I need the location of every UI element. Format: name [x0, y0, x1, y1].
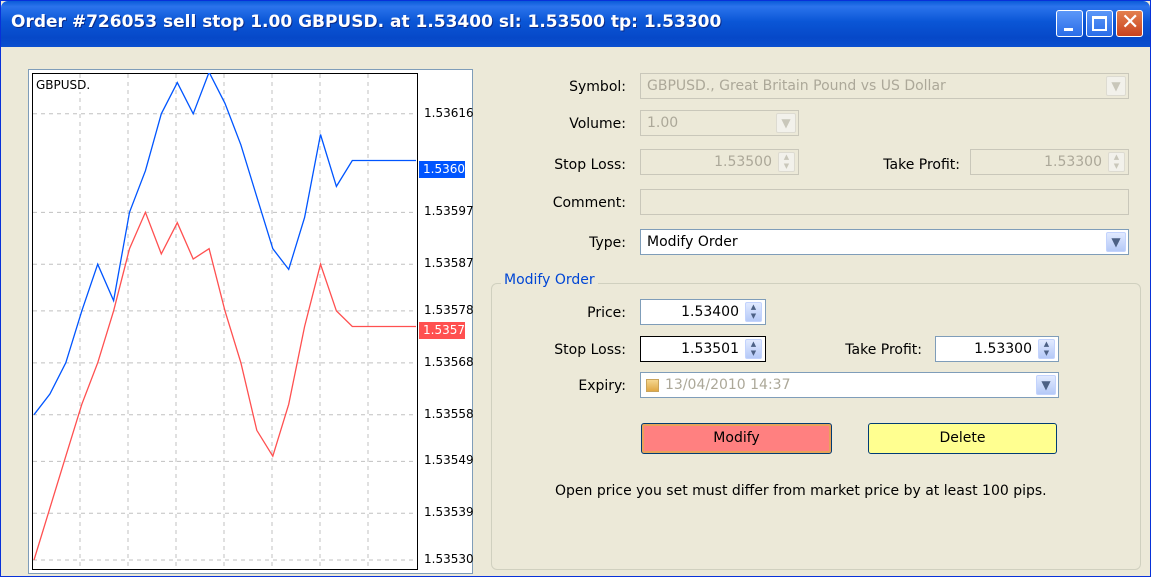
maximize-button[interactable] — [1086, 10, 1113, 37]
price-tick-label: 1.53539 — [424, 505, 474, 520]
spinner-icon[interactable]: ▲ ▼ — [745, 302, 762, 322]
chart-plot-area — [32, 73, 418, 570]
close-icon: ✕ — [1121, 10, 1140, 35]
modify-button[interactable]: Modify — [641, 423, 832, 454]
stoploss-value: 1.53500 — [714, 154, 772, 170]
stoploss-field[interactable]: 1.53500 ▲ ▼ — [640, 149, 799, 175]
modify-takeprofit-label: Take Profit: — [845, 342, 922, 358]
price-tick-label: 1.53578 — [424, 302, 474, 317]
volume-value: 1.00 — [647, 115, 679, 131]
price-chart — [32, 73, 418, 570]
price-tick-label: 1.53587 — [424, 256, 474, 271]
minimize-icon — [1064, 28, 1073, 31]
expiry-field[interactable]: 13/04/2010 14:37 ▼ — [640, 372, 1059, 398]
comment-label: Comment: — [552, 195, 626, 211]
maximize-icon — [1092, 16, 1107, 31]
symbol-select[interactable]: GBPUSD., Great Britain Pound vs US Dolla… — [640, 73, 1129, 99]
expiry-value: 13/04/2010 14:37 — [665, 377, 791, 393]
price-tick-label: 1.53616 — [424, 105, 474, 120]
type-value: Modify Order — [647, 234, 738, 250]
chevron-down-icon[interactable]: ▼ — [1036, 375, 1056, 395]
modify-stoploss-label: Stop Loss: — [554, 342, 626, 358]
minimize-button[interactable] — [1056, 10, 1083, 37]
bid-price-tag: 1.53575 — [419, 322, 473, 339]
symbol-value: GBPUSD., Great Britain Pound vs US Dolla… — [647, 78, 946, 94]
price-tick-label: 1.53597 — [424, 204, 474, 219]
modify-stoploss-field[interactable]: 1.53501 ▲ ▼ — [640, 336, 766, 362]
takeprofit-field[interactable]: 1.53300 ▲ ▼ — [970, 149, 1129, 175]
title-bar[interactable]: Order #726053 sell stop 1.00 GBPUSD. at … — [1, 1, 1150, 47]
price-field[interactable]: 1.53400 ▲ ▼ — [640, 299, 766, 325]
modify-order-group-title: Modify Order — [501, 272, 598, 288]
takeprofit-label: Take Profit: — [883, 157, 960, 173]
close-button[interactable]: ✕ — [1116, 10, 1143, 37]
chart-symbol-label: GBPUSD. — [36, 78, 91, 92]
symbol-label: Symbol: — [569, 79, 626, 95]
takeprofit-value: 1.53300 — [1044, 154, 1102, 170]
type-label: Type: — [589, 235, 626, 251]
window-title: Order #726053 sell stop 1.00 GBPUSD. at … — [11, 12, 722, 32]
comment-field[interactable] — [640, 189, 1129, 215]
volume-select[interactable]: 1.00 ▼ — [640, 110, 799, 136]
modify-takeprofit-value: 1.53300 — [974, 341, 1032, 357]
price-tick-label: 1.53568 — [424, 354, 474, 369]
ask-price-tag: 1.53607 — [419, 161, 473, 178]
modify-takeprofit-field[interactable]: 1.53300 ▲ ▼ — [935, 336, 1059, 362]
delete-button[interactable]: Delete — [868, 423, 1057, 454]
expiry-label: Expiry: — [578, 378, 626, 394]
price-tick-label: 1.53549 — [424, 453, 474, 468]
price-value: 1.53400 — [681, 304, 739, 320]
price-tick-label: 1.53558 — [424, 406, 474, 421]
volume-label: Volume: — [569, 116, 626, 132]
price-tick-label: 1.53530 — [424, 552, 474, 566]
chevron-down-icon[interactable]: ▼ — [1106, 232, 1126, 252]
spinner-icon[interactable]: ▲ ▼ — [1038, 339, 1055, 359]
price-label: Price: — [587, 305, 626, 321]
chevron-down-icon: ▼ — [1106, 76, 1126, 96]
spinner-icon[interactable]: ▲ ▼ — [778, 152, 795, 172]
info-note: Open price you set must differ from mark… — [555, 483, 1047, 499]
modify-stoploss-value: 1.53501 — [681, 341, 739, 357]
spinner-icon[interactable]: ▲ ▼ — [745, 339, 762, 359]
expiry-checkbox[interactable] — [646, 379, 659, 392]
type-select[interactable]: Modify Order ▼ — [640, 229, 1129, 255]
spinner-icon[interactable]: ▲ ▼ — [1108, 152, 1125, 172]
chevron-down-icon: ▼ — [776, 113, 796, 133]
stoploss-label: Stop Loss: — [554, 157, 626, 173]
